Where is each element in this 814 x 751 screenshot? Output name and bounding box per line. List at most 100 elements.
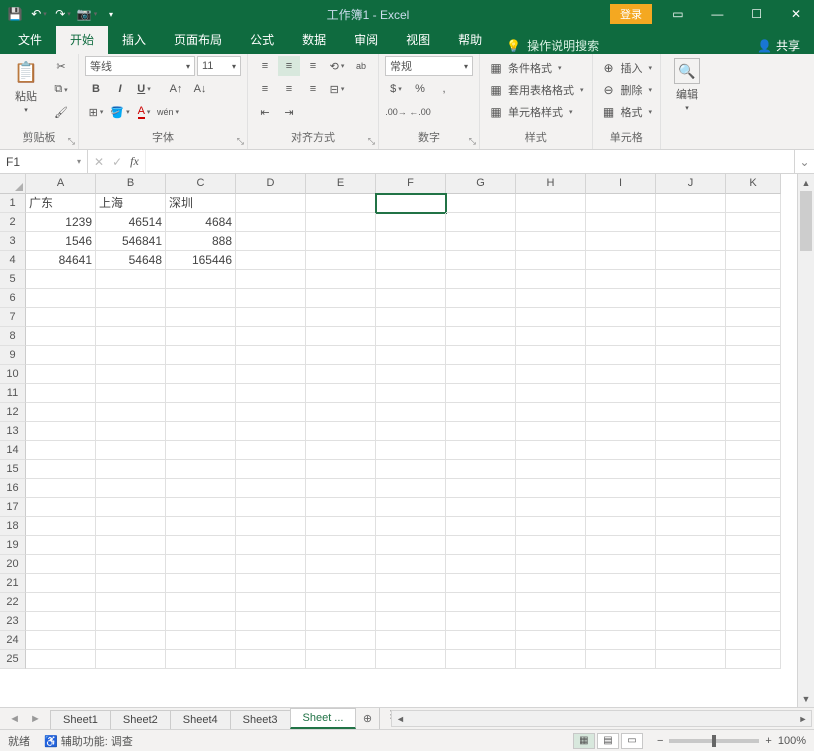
row-header[interactable]: 11 xyxy=(0,384,26,403)
cell[interactable] xyxy=(26,517,96,536)
row-header[interactable]: 3 xyxy=(0,232,26,251)
cell[interactable] xyxy=(726,631,781,650)
decrease-font-button[interactable]: A↓ xyxy=(189,79,211,99)
cell[interactable] xyxy=(586,251,656,270)
cell[interactable] xyxy=(26,384,96,403)
cell[interactable]: 54648 xyxy=(96,251,166,270)
cell[interactable] xyxy=(376,194,446,213)
cell[interactable] xyxy=(306,536,376,555)
cell[interactable] xyxy=(376,346,446,365)
cell[interactable] xyxy=(96,346,166,365)
cell[interactable] xyxy=(96,555,166,574)
cut-button[interactable]: ✂ xyxy=(50,56,72,76)
cell[interactable] xyxy=(586,422,656,441)
cell[interactable] xyxy=(586,270,656,289)
font-color-button[interactable]: A xyxy=(133,102,155,122)
cell[interactable] xyxy=(656,403,726,422)
cell[interactable] xyxy=(306,593,376,612)
cell[interactable] xyxy=(26,631,96,650)
cell[interactable] xyxy=(236,498,306,517)
cell[interactable] xyxy=(96,441,166,460)
qat-more-icon[interactable]: ▾ xyxy=(102,5,120,23)
cell[interactable] xyxy=(446,365,516,384)
status-a11y[interactable]: ♿ 辅助功能: 调查 xyxy=(44,733,133,749)
row-header[interactable]: 1 xyxy=(0,194,26,213)
tab-data[interactable]: 数据 xyxy=(288,26,340,54)
cell[interactable] xyxy=(376,441,446,460)
column-header[interactable]: B xyxy=(96,174,166,194)
cell[interactable] xyxy=(236,289,306,308)
accounting-button[interactable]: $ xyxy=(385,79,407,99)
cell[interactable] xyxy=(656,593,726,612)
cell[interactable] xyxy=(586,232,656,251)
cell[interactable] xyxy=(586,498,656,517)
row-header[interactable]: 2 xyxy=(0,213,26,232)
cell[interactable] xyxy=(656,517,726,536)
decrease-indent-button[interactable]: ⇤ xyxy=(254,102,276,122)
cell[interactable] xyxy=(166,631,236,650)
fill-color-button[interactable]: 🪣 xyxy=(109,102,131,122)
cell[interactable] xyxy=(656,612,726,631)
cell[interactable]: 广东 xyxy=(26,194,96,213)
row-header[interactable]: 25 xyxy=(0,650,26,669)
cell[interactable] xyxy=(586,441,656,460)
cell[interactable] xyxy=(516,536,586,555)
cell[interactable] xyxy=(446,593,516,612)
cell[interactable] xyxy=(236,251,306,270)
tab-help[interactable]: 帮助 xyxy=(444,26,496,54)
cell[interactable] xyxy=(586,460,656,479)
cell[interactable] xyxy=(516,479,586,498)
normal-view-button[interactable]: ▦ xyxy=(573,733,595,749)
cell[interactable] xyxy=(516,403,586,422)
cell[interactable] xyxy=(586,593,656,612)
row-header[interactable]: 7 xyxy=(0,308,26,327)
sheet-tab[interactable]: Sheet ... xyxy=(290,708,357,729)
cell[interactable] xyxy=(166,650,236,669)
cell[interactable] xyxy=(376,612,446,631)
cell[interactable] xyxy=(166,384,236,403)
cell[interactable] xyxy=(306,403,376,422)
cell[interactable] xyxy=(376,422,446,441)
editing-button[interactable]: 🔍 编辑 ▾ xyxy=(667,56,707,112)
cell[interactable] xyxy=(306,232,376,251)
cell[interactable] xyxy=(306,479,376,498)
cell[interactable] xyxy=(446,213,516,232)
cell[interactable] xyxy=(516,346,586,365)
cell[interactable] xyxy=(586,631,656,650)
cell[interactable] xyxy=(376,232,446,251)
cell[interactable] xyxy=(586,403,656,422)
cell[interactable] xyxy=(376,460,446,479)
cell[interactable] xyxy=(586,517,656,536)
cell[interactable] xyxy=(166,308,236,327)
cell[interactable] xyxy=(656,308,726,327)
cell[interactable] xyxy=(26,270,96,289)
maximize-icon[interactable]: ☐ xyxy=(739,0,775,28)
cell[interactable] xyxy=(166,289,236,308)
column-header[interactable]: F xyxy=(376,174,446,194)
cell[interactable] xyxy=(376,384,446,403)
comma-button[interactable]: , xyxy=(433,79,455,99)
name-box[interactable]: F1 xyxy=(0,150,88,173)
format-cells-button[interactable]: ▦格式 xyxy=(599,103,655,121)
cell[interactable] xyxy=(656,631,726,650)
cell[interactable] xyxy=(586,194,656,213)
cell[interactable] xyxy=(446,650,516,669)
cell[interactable] xyxy=(96,593,166,612)
column-header[interactable]: A xyxy=(26,174,96,194)
cell[interactable] xyxy=(236,479,306,498)
cell[interactable] xyxy=(236,441,306,460)
cell[interactable] xyxy=(446,460,516,479)
cell[interactable] xyxy=(376,536,446,555)
align-bottom-button[interactable]: ≡ xyxy=(302,56,324,76)
cell[interactable] xyxy=(376,574,446,593)
cell[interactable] xyxy=(96,365,166,384)
cell[interactable] xyxy=(446,384,516,403)
cell[interactable] xyxy=(656,650,726,669)
cell[interactable] xyxy=(446,555,516,574)
cell[interactable] xyxy=(726,251,781,270)
cell[interactable] xyxy=(516,232,586,251)
cell[interactable]: 1546 xyxy=(26,232,96,251)
cell[interactable] xyxy=(306,270,376,289)
cell[interactable] xyxy=(166,327,236,346)
sheet-prev-icon[interactable]: ◄ xyxy=(9,713,20,725)
